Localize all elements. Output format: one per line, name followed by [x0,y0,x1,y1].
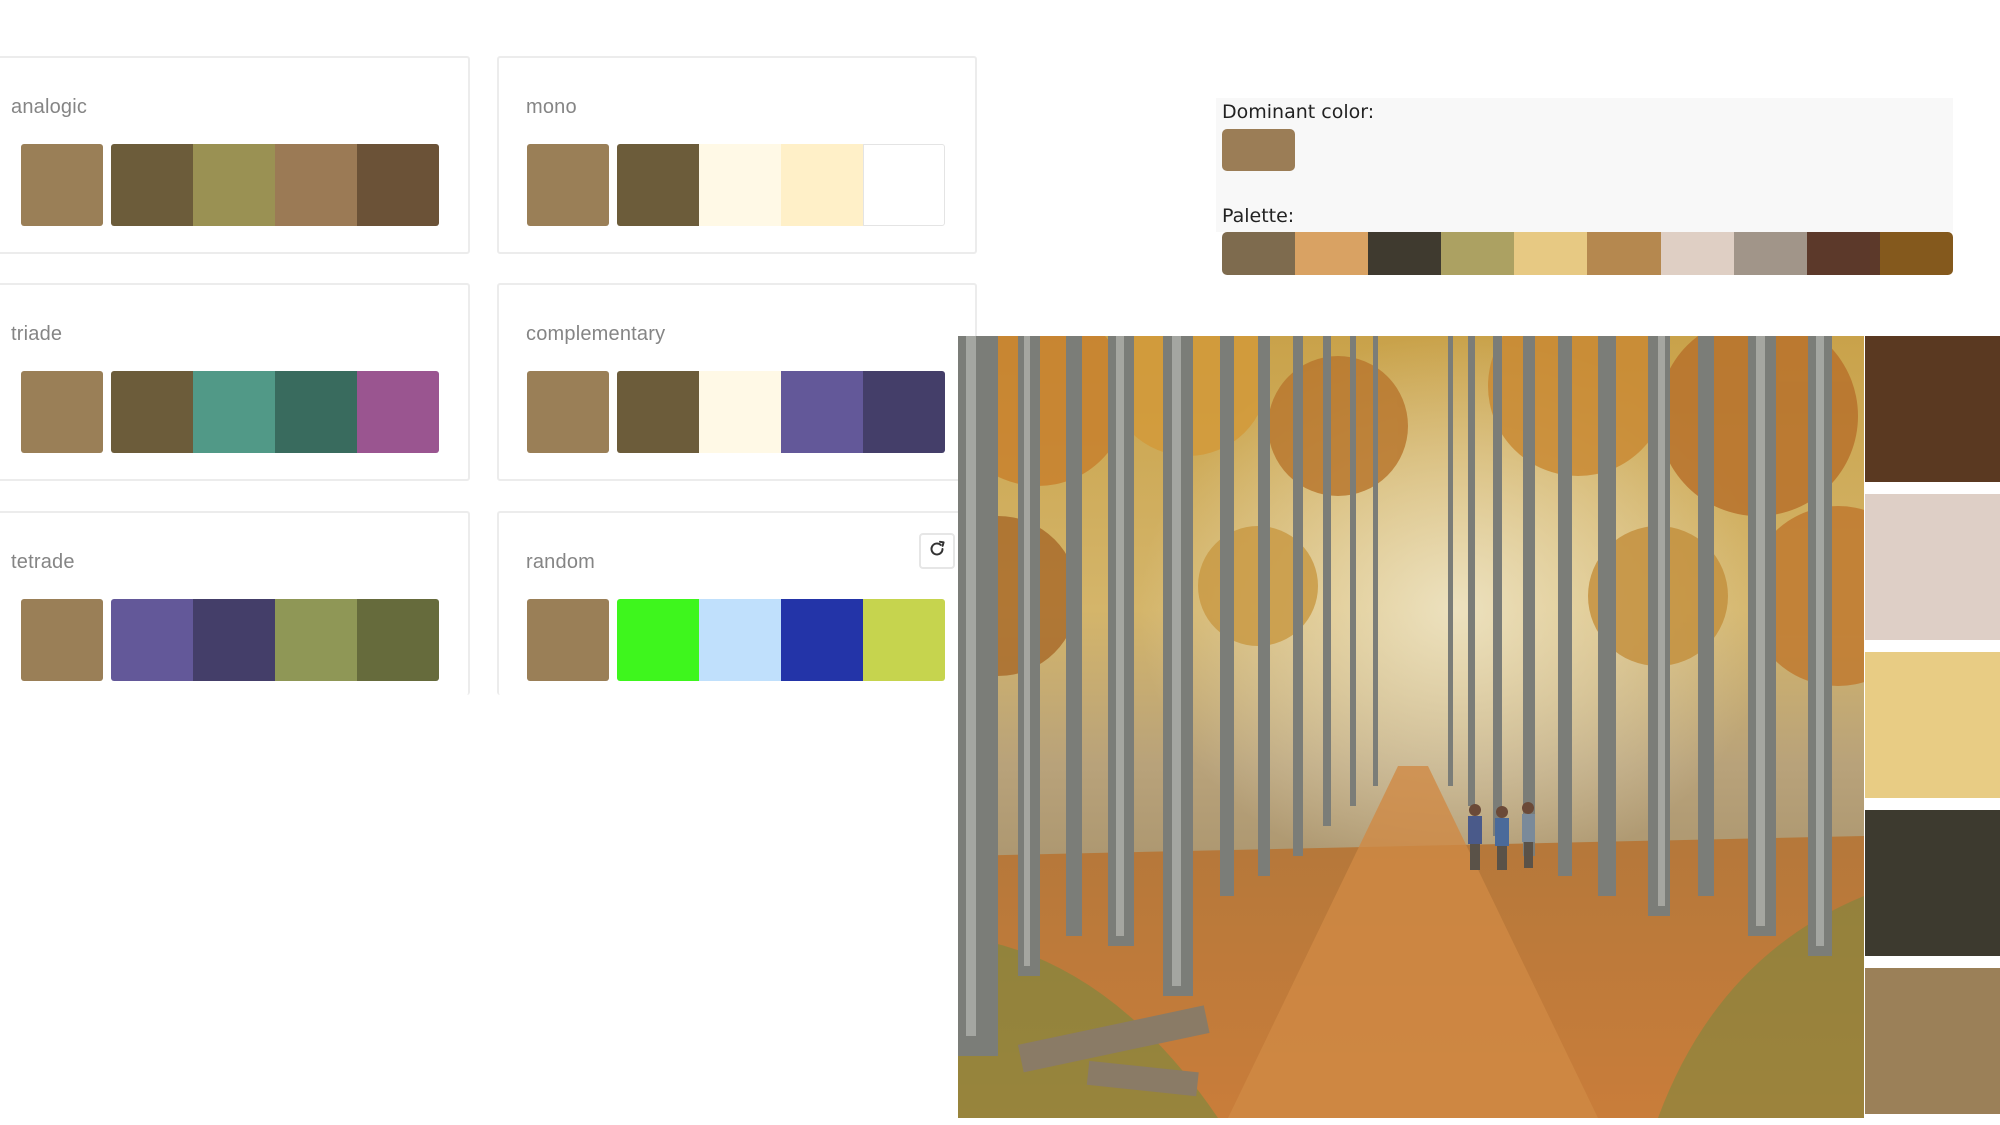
color-swatch[interactable] [111,371,193,453]
side-color-swatch[interactable] [1865,968,2000,1114]
palette-label: Palette: [1222,205,1295,227]
palette-swatch[interactable] [1806,232,1880,275]
swatch-row [527,371,945,453]
palette-swatch[interactable] [1733,232,1807,275]
color-swatch[interactable] [863,144,945,226]
side-color-swatch[interactable] [1865,494,2000,640]
color-swatch[interactable] [111,599,193,681]
color-swatch[interactable] [193,144,275,226]
color-swatch[interactable] [357,371,439,453]
color-swatch[interactable] [863,371,945,453]
color-swatch[interactable] [193,371,275,453]
refresh-button[interactable] [919,533,955,569]
autumn-forest-photo [958,336,1864,1118]
color-swatch[interactable] [781,144,863,226]
refresh-icon [927,539,947,564]
color-swatch[interactable] [527,599,609,681]
color-swatch[interactable] [21,371,103,453]
color-swatch[interactable] [617,371,699,453]
palette-swatch[interactable] [1295,232,1369,275]
scheme-title: triade [11,323,63,345]
palette-swatch[interactable] [1441,232,1515,275]
color-swatch[interactable] [699,371,781,453]
scheme-card-analogic: analogic [0,56,470,254]
swatch-row [21,599,439,681]
color-swatch[interactable] [275,599,357,681]
swatch-row [21,144,439,226]
palette-swatch[interactable] [1514,232,1588,275]
color-swatch[interactable] [357,144,439,226]
color-swatch[interactable] [781,599,863,681]
palette-swatch[interactable] [1368,232,1442,275]
color-info-panel: Dominant color: Palette: [1216,98,1953,275]
color-swatch[interactable] [863,599,945,681]
side-color-swatch[interactable] [1865,652,2000,798]
color-swatch[interactable] [275,144,357,226]
color-swatch[interactable] [699,599,781,681]
color-swatch[interactable] [111,144,193,226]
color-swatch[interactable] [21,144,103,226]
palette-swatch[interactable] [1879,232,1953,275]
side-color-swatch[interactable] [1865,336,2000,482]
swatch-row [527,144,945,226]
dominant-color-swatch[interactable] [1222,129,1295,171]
side-color-swatch[interactable] [1865,810,2000,956]
color-swatch[interactable] [699,144,781,226]
color-swatch[interactable] [357,599,439,681]
dominant-color-label: Dominant color: [1222,101,1375,123]
palette-swatch[interactable] [1587,232,1661,275]
scheme-title: mono [526,96,577,118]
scheme-card-complementary: complementary [497,283,977,481]
scheme-title: random [526,551,596,573]
color-swatch[interactable] [527,144,609,226]
color-swatch[interactable] [527,371,609,453]
scheme-title: complementary [526,323,666,345]
scheme-title: analogic [11,96,88,118]
palette-swatch[interactable] [1660,232,1734,275]
scheme-card-random: random [497,511,977,695]
color-swatch[interactable] [275,371,357,453]
color-swatch[interactable] [21,599,103,681]
scheme-card-mono: mono [497,56,977,254]
palette-swatch[interactable] [1222,232,1296,275]
scheme-title: tetrade [11,551,75,573]
palette-strip [1222,232,1953,275]
swatch-row [527,599,945,681]
color-swatch[interactable] [617,144,699,226]
scheme-card-tetrade: tetrade [0,511,470,695]
color-swatch[interactable] [781,371,863,453]
color-swatch[interactable] [617,599,699,681]
swatch-row [21,371,439,453]
side-swatch-column [1865,336,2000,1118]
color-swatch[interactable] [193,599,275,681]
scheme-card-triade: triade [0,283,470,481]
